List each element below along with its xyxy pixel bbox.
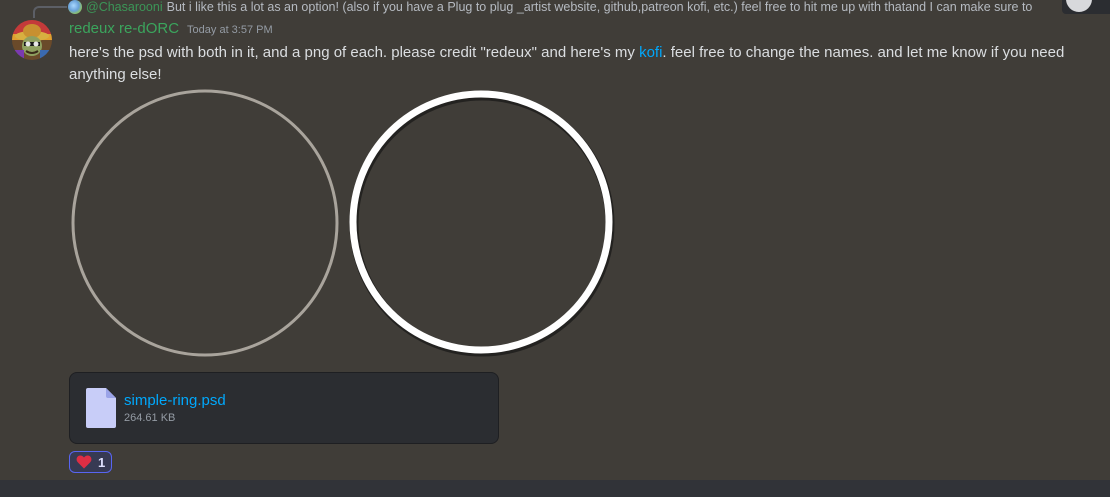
more-options-button[interactable] — [1066, 0, 1092, 12]
bottom-divider — [0, 480, 1110, 497]
file-icon — [86, 388, 116, 428]
kofi-link[interactable]: kofi — [639, 44, 662, 61]
reply-author[interactable]: @Chasarooni — [86, 0, 163, 14]
avatar[interactable] — [12, 20, 52, 60]
timestamp[interactable]: Today at 3:57 PM — [187, 24, 273, 36]
reaction-heart[interactable]: 1 — [69, 451, 113, 473]
reply-text[interactable]: But i like this a lot as an option! (als… — [167, 0, 1033, 14]
message-text-part-1: here's the psd with both in it, and a pn… — [69, 44, 640, 61]
file-name-link[interactable]: simple-ring.psd — [124, 392, 226, 409]
file-attachment[interactable]: simple-ring.psd 264.61 KB — [69, 372, 499, 444]
image-attachment-thin-ring[interactable] — [69, 87, 341, 359]
reaction-count: 1 — [98, 454, 106, 470]
image-attachment-thick-ring[interactable] — [347, 87, 619, 359]
reply-spine — [33, 6, 67, 18]
file-size: 264.61 KB — [124, 412, 176, 424]
reply-avatar — [68, 0, 82, 14]
username[interactable]: redeux re-dORC — [69, 20, 179, 37]
message-actions-bar[interactable] — [1062, 0, 1110, 14]
heart-icon — [76, 454, 92, 470]
message-content: here's the psd with both in it, and a pn… — [69, 42, 1099, 86]
reply-preview[interactable]: @Chasarooni But i like this a lot as an … — [68, 0, 1068, 14]
message-header: redeux re-dORC Today at 3:57 PM — [69, 20, 273, 37]
